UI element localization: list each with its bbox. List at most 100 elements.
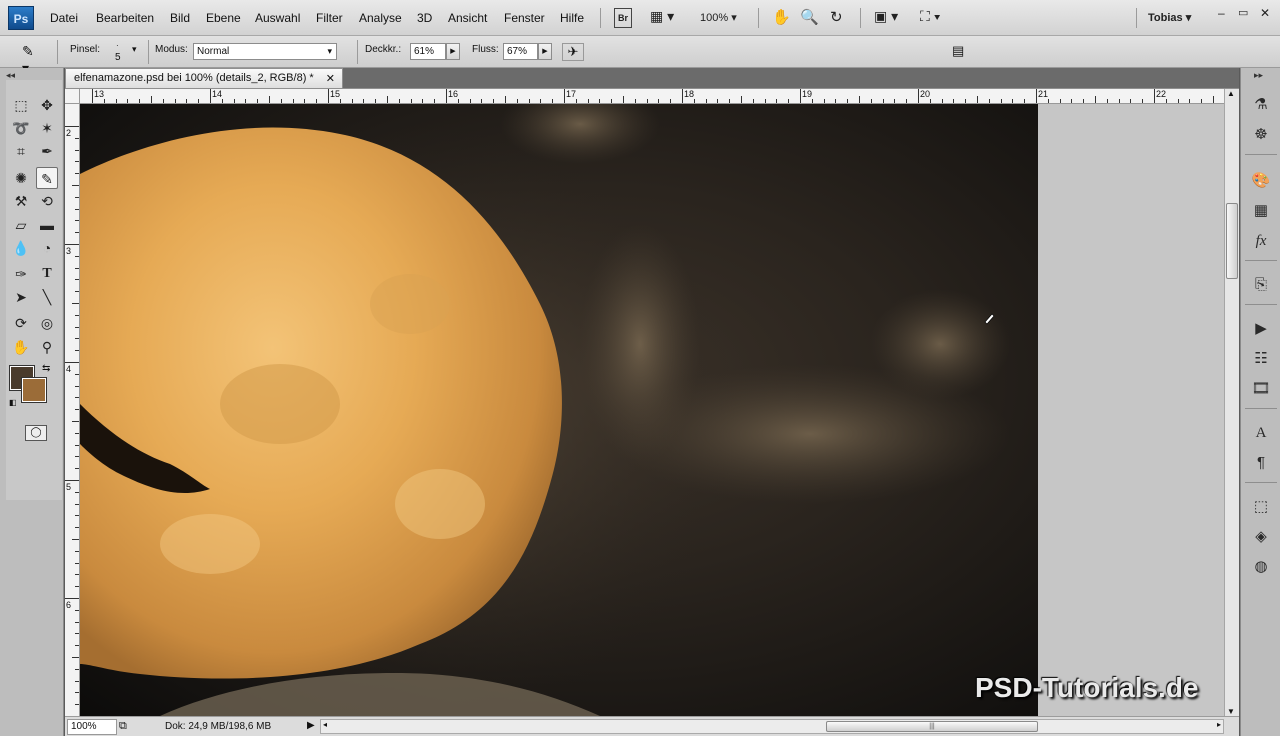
flow-slider-button[interactable]: ▶ [538,43,552,60]
arrange-documents-icon[interactable]: ▣ ▾ [874,8,898,28]
brush-panel-toggle-icon[interactable]: ▤ [952,43,970,61]
eraser-tool-icon[interactable]: ▱ [10,214,32,236]
minimize-icon[interactable]: – [1218,6,1225,26]
animation-panel-icon[interactable]: 🎞 [1250,378,1272,400]
zoom-tool-icon[interactable]: ⚲ [36,336,58,358]
ruler-tick-mark [75,232,79,234]
quick-mask-icon[interactable]: ◯ [25,425,47,441]
magic-wand-tool-icon[interactable]: ✶ [36,117,58,139]
vertical-scrollbar[interactable]: ▲ ▼ [1224,89,1239,716]
separator [1245,260,1277,261]
menu-filter[interactable]: Filter [316,11,343,25]
horizontal-ruler[interactable]: 13 14 15 16 17 18 19 20 21 22 [80,89,1225,104]
blur-tool-icon[interactable]: 💧 [10,237,32,259]
color-panel-icon[interactable]: 🎨 [1250,170,1272,192]
menu-3d[interactable]: 3D [417,11,432,25]
layers-panel-icon[interactable]: ◈ [1250,526,1272,548]
ruler-tick-mark [75,196,79,198]
flow-input[interactable]: 67% [503,43,538,60]
airbrush-icon[interactable]: ✈ [562,43,584,61]
menu-datei[interactable]: Datei [50,11,78,25]
brush-preset-picker-icon[interactable]: ✎ ▾ [8,40,58,76]
horizontal-scroll-thumb[interactable]: ||| [826,721,1038,732]
lasso-tool-icon[interactable]: ➰ [10,117,32,139]
pen-tool-icon[interactable]: ✑ [10,263,32,285]
maximize-icon[interactable]: ▭ [1238,6,1248,26]
rotate-view-icon[interactable]: ↻ [830,8,843,28]
hand-tool-icon[interactable]: ✋ [772,8,791,28]
view-extras-icon[interactable]: ▦ ▾ [650,8,674,28]
healing-brush-tool-icon[interactable]: ✺ [10,167,32,189]
status-info-arrow-icon[interactable]: ▶ [307,720,315,731]
screen-mode-icon[interactable]: ⛶ ▾ [920,8,941,28]
dodge-tool-icon[interactable]: ◔ [36,237,58,259]
hand-tool-icon[interactable]: ✋ [10,336,32,358]
3d-rotate-tool-icon[interactable]: ⟳ [10,312,32,334]
paragraph-panel-icon[interactable]: ¶ [1250,452,1272,474]
default-colors-icon[interactable]: ◧ [9,398,17,407]
expand-panels-icon[interactable]: ▸▸ [1254,70,1263,81]
ruler-tick-mark [75,173,79,175]
bridge-button[interactable]: Br [614,8,632,28]
menu-ansicht[interactable]: Ansicht [448,11,487,25]
opacity-slider-button[interactable]: ▶ [446,43,460,60]
ruler-tick-mark [540,99,542,103]
path-selection-tool-icon[interactable]: ➤ [10,286,32,308]
swap-colors-icon[interactable]: ⇆ [42,363,50,374]
document-tab[interactable]: elfenamazone.psd bei 100% (details_2, RG… [65,68,343,88]
ruler-tick-mark [528,99,530,103]
masks-panel-icon[interactable]: ⬚ [1250,496,1272,518]
move-tool-icon[interactable]: ✥ [36,94,58,116]
mode-select[interactable]: Normal ▾ [193,43,337,60]
character-panel-icon[interactable]: A [1250,422,1272,444]
navigator-icon[interactable]: ☸ [1250,124,1272,146]
vertical-scroll-thumb[interactable] [1226,203,1238,279]
menu-bild[interactable]: Bild [170,11,190,25]
marquee-tool-icon[interactable]: ⬚ [10,94,32,116]
close-icon[interactable]: ✕ [1260,6,1270,26]
ruler-tick-mark [422,99,424,103]
scroll-right-icon[interactable]: ▸ [1217,720,1221,729]
user-menu[interactable]: Tobias ▾ [1148,11,1191,31]
scroll-down-icon[interactable]: ▼ [1227,707,1235,716]
adjustments-panel-icon[interactable]: ⎘ [1250,274,1272,296]
tool-presets-icon[interactable]: ⚗ [1250,94,1272,116]
background-color-swatch[interactable] [21,377,47,403]
gradient-tool-icon[interactable]: ▬ [36,214,58,236]
canvas[interactable] [80,104,1038,716]
zoom-level-dropdown[interactable]: 100% ▾ [700,11,737,31]
channels-panel-icon[interactable]: ◍ [1250,556,1272,578]
clone-stamp-tool-icon[interactable]: ⚒ [10,190,32,212]
3d-orbit-tool-icon[interactable]: ◎ [36,312,58,334]
close-tab-icon[interactable]: ✕ [326,72,335,85]
horizontal-scrollbar[interactable]: ◂ ||| ▸ [320,719,1224,734]
line-tool-icon[interactable]: ╲ [36,286,58,308]
history-brush-tool-icon[interactable]: ⟲ [36,190,58,212]
ruler-tick-mark [75,550,79,552]
type-tool-icon[interactable]: T [36,263,58,285]
status-menu-icon[interactable]: ⧉ [119,720,127,733]
ruler-tick-mark [75,255,79,257]
brush-tool-icon[interactable]: ✎ [36,167,58,189]
actions-panel-icon[interactable]: ▶ [1250,318,1272,340]
swatches-panel-icon[interactable]: ▦ [1250,200,1272,222]
menu-ebene[interactable]: Ebene [206,11,241,25]
zoom-tool-icon[interactable]: 🔍 [800,8,819,28]
menu-analyse[interactable]: Analyse [359,11,402,25]
scroll-up-icon[interactable]: ▲ [1227,89,1235,98]
menu-hilfe[interactable]: Hilfe [560,11,584,25]
vertical-ruler[interactable]: 2 3 4 5 6 [65,104,80,716]
styles-panel-icon[interactable]: fx [1250,230,1272,252]
crop-tool-icon[interactable]: ⌗ [10,140,32,162]
zoom-input[interactable]: 100% [67,719,117,735]
scroll-left-icon[interactable]: ◂ [323,720,327,729]
menu-bearbeiten[interactable]: Bearbeiten [96,11,154,25]
menu-fenster[interactable]: Fenster [504,11,545,25]
menu-auswahl[interactable]: Auswahl [255,11,300,25]
brush-size-picker[interactable]: · 5 ▾ [108,41,148,63]
ruler-tick-mark [764,99,766,103]
opacity-input[interactable]: 61% [410,43,446,60]
ruler-origin[interactable] [65,89,80,104]
history-panel-icon[interactable]: ☷ [1250,348,1272,370]
eyedropper-tool-icon[interactable]: ✒ [36,140,58,162]
